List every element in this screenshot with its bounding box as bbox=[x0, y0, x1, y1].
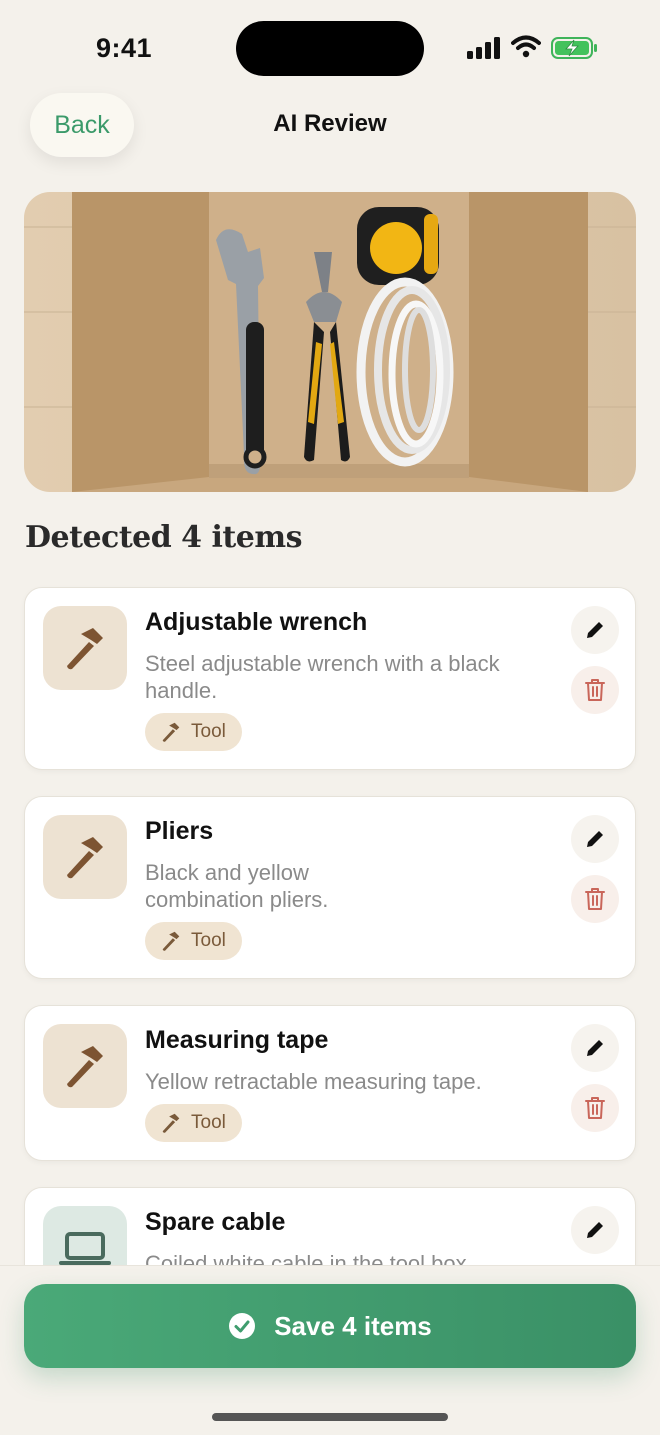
item-name: Measuring tape bbox=[145, 1026, 329, 1054]
back-button[interactable]: Back bbox=[30, 93, 134, 157]
pencil-icon bbox=[587, 1222, 603, 1238]
page-title: AI Review bbox=[273, 110, 387, 137]
wifi-icon bbox=[511, 35, 541, 58]
edit-button[interactable] bbox=[571, 1024, 619, 1072]
item-name: Adjustable wrench bbox=[145, 608, 368, 636]
category-tag-label: Tool bbox=[191, 721, 226, 742]
edit-button[interactable] bbox=[571, 815, 619, 863]
cellular-signal-icon bbox=[467, 37, 500, 59]
battery-charging-icon bbox=[551, 37, 597, 59]
edit-button[interactable] bbox=[571, 1206, 619, 1254]
item-description: Steel adjustable wrench with a black han… bbox=[145, 651, 500, 703]
item-card: Measuring tape Yellow retractable measur… bbox=[24, 1005, 636, 1161]
pencil-icon bbox=[587, 1040, 603, 1056]
category-tag[interactable]: Tool bbox=[145, 922, 242, 960]
item-thumbnail bbox=[43, 1024, 127, 1108]
item-name: Pliers bbox=[145, 817, 214, 845]
delete-button[interactable] bbox=[571, 1084, 619, 1132]
hammer-icon bbox=[67, 628, 103, 670]
save-button-label: Save 4 items bbox=[274, 1310, 432, 1341]
hammer-icon bbox=[162, 722, 180, 742]
item-thumbnail bbox=[43, 606, 127, 690]
category-tag-label: Tool bbox=[191, 930, 226, 951]
hammer-icon bbox=[162, 1113, 180, 1133]
item-description: Black and yellow combination pliers. bbox=[145, 860, 329, 912]
trash-icon bbox=[585, 1097, 605, 1119]
hammer-icon bbox=[67, 837, 103, 879]
trash-icon bbox=[585, 679, 605, 701]
check-circle-icon bbox=[229, 1313, 256, 1339]
item-description: Yellow retractable measuring tape. bbox=[145, 1069, 482, 1094]
save-button[interactable]: Save 4 items bbox=[24, 1284, 636, 1368]
laptop-icon bbox=[59, 1232, 111, 1265]
dynamic-island bbox=[236, 21, 424, 76]
edit-button[interactable] bbox=[571, 606, 619, 654]
item-card: Adjustable wrench Steel adjustable wrenc… bbox=[24, 587, 636, 770]
hammer-icon bbox=[162, 931, 180, 951]
category-tag[interactable]: Tool bbox=[145, 713, 242, 751]
category-tag[interactable]: Tool bbox=[145, 1104, 242, 1142]
pencil-icon bbox=[587, 622, 603, 638]
pencil-icon bbox=[587, 831, 603, 847]
section-title: Detected 4 items bbox=[25, 520, 302, 555]
delete-button[interactable] bbox=[571, 666, 619, 714]
status-time: 9:41 bbox=[96, 33, 153, 63]
item-thumbnail bbox=[43, 815, 127, 899]
category-tag-label: Tool bbox=[191, 1112, 226, 1133]
trash-icon bbox=[585, 888, 605, 910]
scanned-photo bbox=[24, 192, 636, 492]
item-name: Spare cable bbox=[145, 1208, 286, 1236]
delete-button[interactable] bbox=[571, 875, 619, 923]
item-card: Pliers Black and yellow combination plie… bbox=[24, 796, 636, 979]
home-indicator bbox=[212, 1413, 448, 1421]
status-bar: 9:41 bbox=[0, 0, 660, 90]
hammer-icon bbox=[67, 1046, 103, 1088]
